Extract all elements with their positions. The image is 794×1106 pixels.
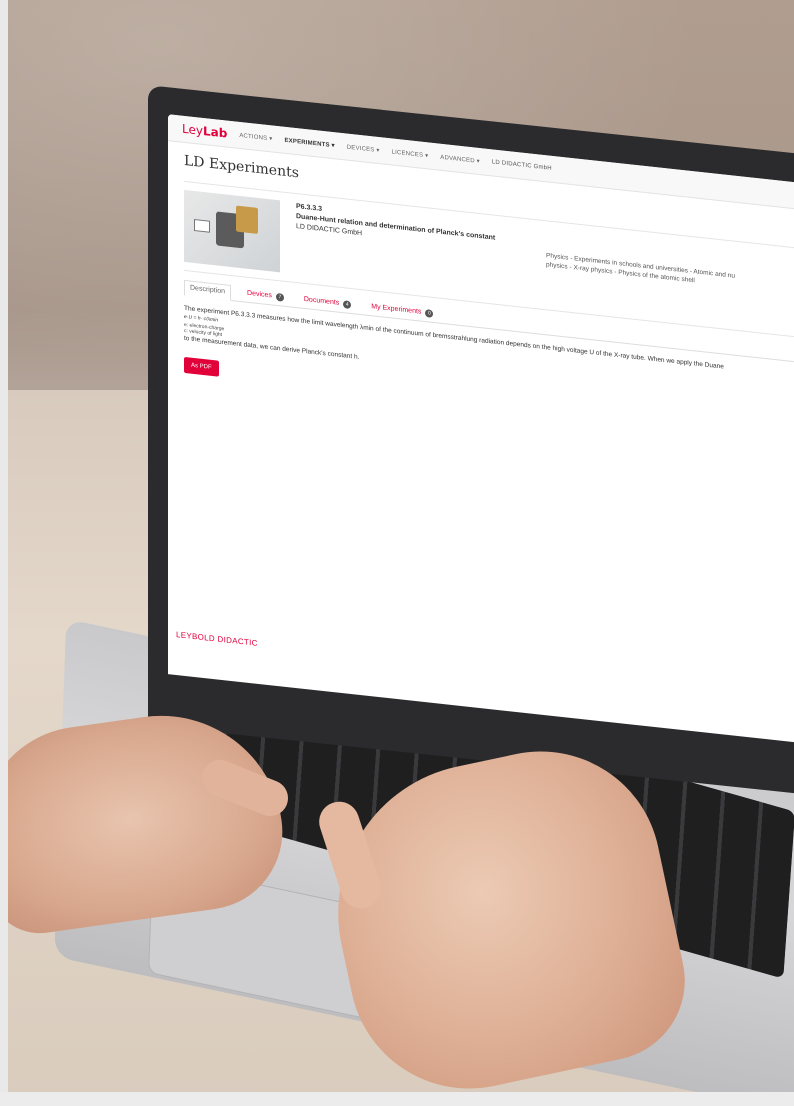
- documents-count-badge: 4: [343, 300, 352, 310]
- leybold-didactic-brand: LEYBOLD DIDACTIC: [176, 630, 258, 648]
- my-experiments-count-badge: 0: [425, 309, 434, 318]
- tab-description[interactable]: Description: [184, 279, 232, 301]
- left-border: [0, 0, 8, 1106]
- tab-my-experiments[interactable]: My Experiments 0: [367, 303, 437, 323]
- tab-devices[interactable]: Devices 7: [243, 289, 288, 306]
- as-pdf-button[interactable]: As PDF: [184, 356, 219, 377]
- experiment-category: Physics - Experiments in schools and uni…: [546, 252, 735, 285]
- bottom-border: [0, 1092, 794, 1106]
- nav-devices[interactable]: DEVICES ▾: [347, 143, 380, 154]
- laptop-screen: LeyLab ACTIONS ▾ EXPERIMENTS ▾ DEVICES ▾…: [168, 114, 794, 746]
- photo-scene: LeyLab ACTIONS ▾ EXPERIMENTS ▾ DEVICES ▾…: [0, 0, 794, 1106]
- tab-documents[interactable]: Documents 4: [300, 295, 355, 313]
- experiment-meta: P6.3.3.3 Duane-Hunt relation and determi…: [296, 202, 526, 257]
- nav-experiments[interactable]: EXPERIMENTS ▾: [284, 136, 334, 148]
- nav-advanced[interactable]: ADVANCED ▾: [440, 153, 480, 164]
- nav-licences[interactable]: LICENCES ▾: [392, 148, 429, 159]
- devices-count-badge: 7: [275, 292, 284, 302]
- experiment-thumbnail: [184, 189, 280, 273]
- leylab-logo[interactable]: LeyLab: [182, 122, 227, 141]
- nav-organization[interactable]: LD DIDACTIC GmbH: [492, 159, 552, 172]
- nav-actions[interactable]: ACTIONS ▾: [239, 131, 272, 142]
